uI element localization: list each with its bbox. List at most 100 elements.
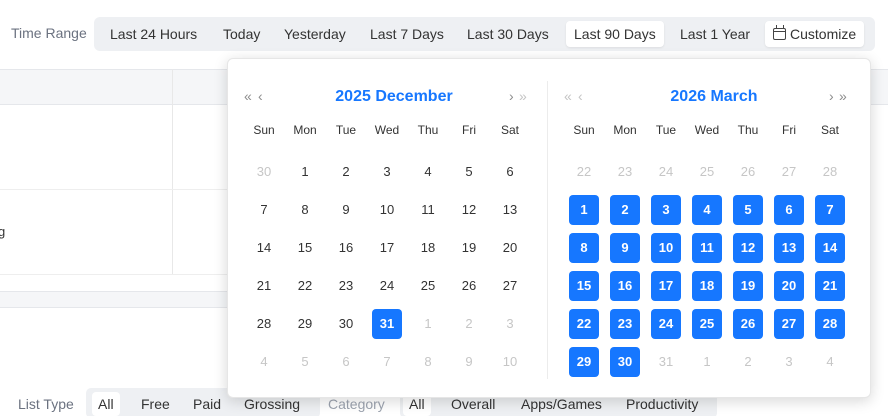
calendar-day[interactable]: 8	[290, 195, 320, 225]
range-yesterday[interactable]: Yesterday	[276, 21, 354, 47]
calendar-day-selected[interactable]: 27	[774, 309, 804, 339]
calendar-day[interactable]: 18	[413, 233, 443, 263]
calendar-day[interactable]: 23	[331, 271, 361, 301]
calendar-day[interactable]: 29	[290, 309, 320, 339]
calendar-day-selected[interactable]: 23	[610, 309, 640, 339]
calendar-day[interactable]: 5	[454, 157, 484, 187]
calendar-day[interactable]: 22	[290, 271, 320, 301]
calendar-day-selected[interactable]: 25	[692, 309, 722, 339]
calendar-day-selected[interactable]: 9	[610, 233, 640, 263]
calendar-day[interactable]: 3	[372, 157, 402, 187]
calendar-day[interactable]: 3	[774, 347, 804, 377]
calendar-day[interactable]: 2	[733, 347, 763, 377]
calendar-day-selected[interactable]: 6	[774, 195, 804, 225]
calendar-day[interactable]: 31	[651, 347, 681, 377]
calendar-day[interactable]: 25	[692, 157, 722, 187]
calendar-day-selected[interactable]: 19	[733, 271, 763, 301]
calendar-day[interactable]: 1	[290, 157, 320, 187]
calendar-day[interactable]: 23	[610, 157, 640, 187]
customize-button[interactable]: Customize	[765, 21, 865, 47]
calendar-day[interactable]: 26	[733, 157, 763, 187]
range-last-24-hours[interactable]: Last 24 Hours	[102, 21, 205, 47]
calendar-day[interactable]: 4	[249, 347, 279, 377]
calendar-day[interactable]: 7	[372, 347, 402, 377]
calendar-day[interactable]: 1	[413, 309, 443, 339]
calendar-day-selected[interactable]: 14	[815, 233, 845, 263]
calendar-day-selected[interactable]: 18	[692, 271, 722, 301]
calendar-day-selected[interactable]: 31	[372, 309, 402, 339]
range-today[interactable]: Today	[215, 21, 268, 47]
calendar-day[interactable]: 10	[495, 347, 525, 377]
calendar-day[interactable]: 17	[372, 233, 402, 263]
calendar-day-selected[interactable]: 16	[610, 271, 640, 301]
range-last-90-days[interactable]: Last 90 Days	[566, 21, 664, 47]
calendar-day[interactable]: 13	[495, 195, 525, 225]
calendar-day-selected[interactable]: 21	[815, 271, 845, 301]
list-type-free[interactable]: Free	[135, 392, 176, 416]
next-month-icon[interactable]: ›	[829, 88, 834, 104]
calendar-day[interactable]: 22	[569, 157, 599, 187]
calendar-day[interactable]: 3	[495, 309, 525, 339]
calendar-day[interactable]: 25	[413, 271, 443, 301]
weekday-header: Mon	[613, 123, 637, 137]
calendar-day-selected[interactable]: 3	[651, 195, 681, 225]
calendar-day[interactable]: 9	[331, 195, 361, 225]
calendar-day[interactable]: 4	[413, 157, 443, 187]
calendar-day-selected[interactable]: 15	[569, 271, 599, 301]
calendar-day-selected[interactable]: 26	[733, 309, 763, 339]
next-year-icon[interactable]: »	[839, 88, 847, 104]
calendar-day[interactable]: 5	[290, 347, 320, 377]
calendar-day[interactable]: 26	[454, 271, 484, 301]
calendar-day-selected[interactable]: 2	[610, 195, 640, 225]
calendar-day[interactable]: 16	[331, 233, 361, 263]
calendar-day[interactable]: 30	[331, 309, 361, 339]
calendar-day[interactable]: 24	[651, 157, 681, 187]
calendar-day[interactable]: 6	[331, 347, 361, 377]
calendar-day[interactable]: 7	[249, 195, 279, 225]
calendar-day-selected[interactable]: 24	[651, 309, 681, 339]
calendar-day[interactable]: 15	[290, 233, 320, 263]
calendar-day-selected[interactable]: 30	[610, 347, 640, 377]
calendar-day-selected[interactable]: 5	[733, 195, 763, 225]
calendar-day[interactable]: 6	[495, 157, 525, 187]
calendar-day[interactable]: 20	[495, 233, 525, 263]
list-type-paid[interactable]: Paid	[187, 392, 227, 416]
calendar-day-selected[interactable]: 22	[569, 309, 599, 339]
calendar-day[interactable]: 2	[331, 157, 361, 187]
range-last-1-year[interactable]: Last 1 Year	[672, 21, 758, 47]
calendar-day[interactable]: 24	[372, 271, 402, 301]
range-last-7-days[interactable]: Last 7 Days	[362, 21, 452, 47]
calendar-day-selected[interactable]: 11	[692, 233, 722, 263]
calendar-day-selected[interactable]: 20	[774, 271, 804, 301]
list-type-all[interactable]: All	[92, 392, 120, 416]
calendar-day[interactable]: 28	[815, 157, 845, 187]
calendar-day[interactable]: 27	[495, 271, 525, 301]
calendar-day-selected[interactable]: 12	[733, 233, 763, 263]
calendar-day-selected[interactable]: 7	[815, 195, 845, 225]
calendar-day[interactable]: 2	[454, 309, 484, 339]
calendar-day-selected[interactable]: 10	[651, 233, 681, 263]
calendar-day[interactable]: 28	[249, 309, 279, 339]
calendar-day[interactable]: 19	[454, 233, 484, 263]
calendar-day[interactable]: 14	[249, 233, 279, 263]
calendar-day-selected[interactable]: 28	[815, 309, 845, 339]
calendar-day[interactable]: 10	[372, 195, 402, 225]
calendar-day-selected[interactable]: 13	[774, 233, 804, 263]
calendar-day-selected[interactable]: 1	[569, 195, 599, 225]
calendar-day[interactable]: 1	[692, 347, 722, 377]
calendar-day[interactable]: 9	[454, 347, 484, 377]
calendar-day-selected[interactable]: 17	[651, 271, 681, 301]
calendar-day-selected[interactable]: 4	[692, 195, 722, 225]
calendar-day[interactable]: 27	[774, 157, 804, 187]
calendar-day[interactable]: 4	[815, 347, 845, 377]
calendar-day[interactable]: 12	[454, 195, 484, 225]
next-month-icon[interactable]: ›	[509, 88, 514, 104]
next-year-icon[interactable]: »	[519, 88, 527, 104]
range-last-30-days[interactable]: Last 30 Days	[459, 21, 557, 47]
calendar-day[interactable]: 21	[249, 271, 279, 301]
calendar-day[interactable]: 8	[413, 347, 443, 377]
calendar-day-selected[interactable]: 29	[569, 347, 599, 377]
calendar-day[interactable]: 11	[413, 195, 443, 225]
calendar-day-selected[interactable]: 8	[569, 233, 599, 263]
calendar-day[interactable]: 30	[249, 157, 279, 187]
